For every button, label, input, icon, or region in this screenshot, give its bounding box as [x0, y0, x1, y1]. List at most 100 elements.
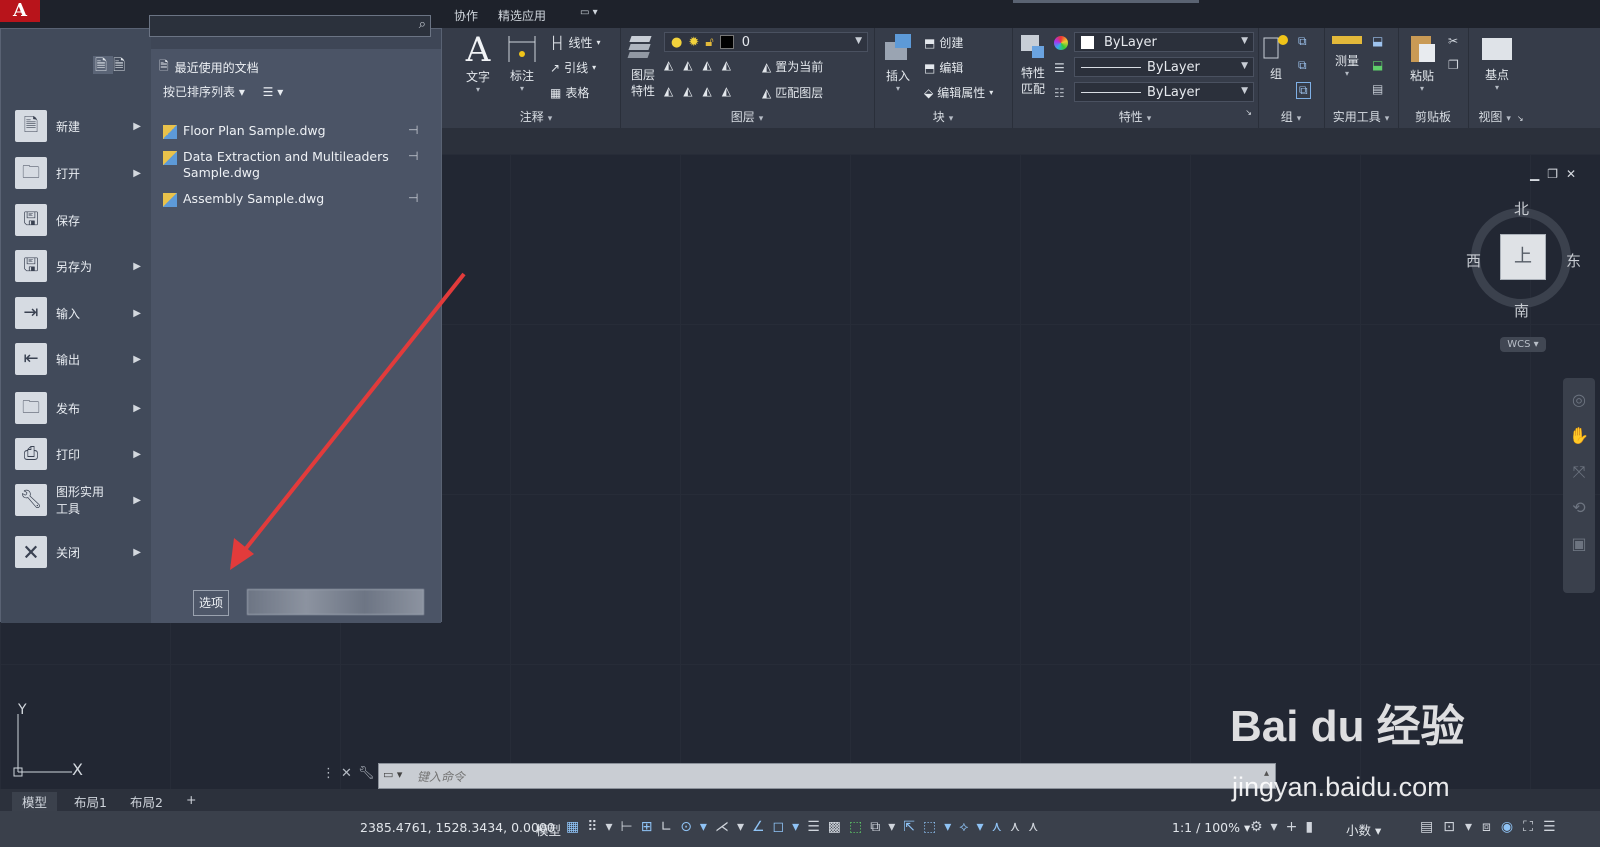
- lineweight-toggle-icon[interactable]: ☰: [807, 819, 828, 835]
- panel-view-title[interactable]: 视图 ▾ ↘: [1468, 108, 1534, 125]
- select-all-icon[interactable]: ⬓: [1372, 58, 1383, 72]
- compass-west[interactable]: 西: [1466, 250, 1481, 271]
- layer-walk-icon[interactable]: ◭: [664, 84, 673, 98]
- make-current-button[interactable]: ◭ 置为当前: [762, 58, 823, 75]
- menu-item-6[interactable]: 🗀︎ 发布 ▶: [15, 387, 141, 429]
- color-dropdown[interactable]: ByLayer ▼: [1074, 32, 1254, 52]
- ortho-icon[interactable]: ∟: [660, 819, 680, 835]
- selection-cycling-icon[interactable]: ⬚: [849, 819, 870, 835]
- panel-layers-title[interactable]: 图层 ▾: [620, 108, 874, 125]
- match-layer-button[interactable]: ◭ 匹配图层: [762, 84, 823, 101]
- color-wheel-icon[interactable]: [1054, 36, 1068, 50]
- cmd-history-icon[interactable]: ▭ ▾: [383, 768, 402, 781]
- tab-layout2[interactable]: 布局2: [130, 792, 163, 811]
- dimension-button[interactable]: 标注 ▾: [502, 34, 542, 93]
- recent-doc-item[interactable]: Floor Plan Sample.dwg ⊣: [163, 123, 423, 139]
- wcs-menu[interactable]: WCS ▾: [1500, 337, 1546, 352]
- polar-icon[interactable]: ⊙▾: [680, 819, 715, 835]
- annotation-scale-readout[interactable]: 1:1 / 100% ▾: [1172, 820, 1250, 835]
- cut-icon[interactable]: ✂: [1448, 34, 1458, 48]
- paste-button[interactable]: 粘贴 ▾: [1402, 32, 1442, 93]
- options-button[interactable]: 选项: [193, 590, 229, 616]
- group-select-icon[interactable]: ⧉: [1296, 82, 1311, 99]
- model-space-toggle[interactable]: 模型: [536, 820, 561, 839]
- compass-north[interactable]: 北: [1514, 198, 1529, 219]
- command-input[interactable]: [415, 766, 1239, 788]
- dynamic-input-icon[interactable]: ⊞: [641, 819, 661, 835]
- infer-icon[interactable]: ⊢: [621, 819, 641, 835]
- sort-dropdown[interactable]: 按已排序列表 ▾ ☰ ▾: [163, 83, 283, 100]
- panel-clipboard-title[interactable]: 剪贴板: [1398, 108, 1468, 125]
- panel-groups-title[interactable]: 组 ▾: [1258, 108, 1324, 125]
- menu-item-7[interactable]: ⎙︎ 打印 ▶: [15, 433, 141, 475]
- grid-icon[interactable]: ▦: [566, 819, 587, 835]
- menu-item-1[interactable]: 🗀︎ 打开 ▶: [15, 152, 141, 194]
- zoom-extents-icon[interactable]: ⤧: [1563, 454, 1595, 490]
- pin-icon[interactable]: ⊣: [408, 123, 418, 137]
- layer-dropdown[interactable]: ● ✹ 🔓︎ 0 ▼: [664, 32, 868, 52]
- cmd-close-icon[interactable]: ✕: [341, 766, 358, 781]
- snap-icon[interactable]: ⠿▾: [587, 819, 620, 835]
- hardware-accel-icon[interactable]: ◉: [1501, 819, 1523, 835]
- layer-lock-icon[interactable]: ◭: [722, 58, 731, 72]
- group-button[interactable]: 组: [1260, 32, 1292, 82]
- 3d-osnap-icon[interactable]: ⧉▾: [870, 819, 903, 835]
- add-layout-icon[interactable]: +: [186, 792, 196, 807]
- compass-east[interactable]: 东: [1566, 250, 1581, 271]
- application-menu-logo[interactable]: A: [0, 0, 40, 22]
- gizmo-icon[interactable]: ⟡▾: [959, 819, 991, 835]
- osnap-tracking-icon[interactable]: ∠: [752, 819, 773, 835]
- cmd-grip-icon[interactable]: ⋮: [322, 766, 341, 781]
- units-dropdown[interactable]: 小数 ▾: [1346, 820, 1381, 839]
- linear-dimension-button[interactable]: ├┤ 线性 ▾: [550, 34, 600, 51]
- tab-featured-apps[interactable]: 精选应用: [498, 7, 546, 24]
- tab-layout1[interactable]: 布局1: [74, 792, 107, 811]
- ungroup-icon[interactable]: ⧉: [1298, 34, 1307, 49]
- insert-block-button[interactable]: 插入 ▾: [878, 32, 918, 93]
- copy-icon[interactable]: ❐: [1448, 58, 1459, 72]
- quick-select-icon[interactable]: ⬓: [1372, 34, 1383, 48]
- autoscale-icon[interactable]: ⋏: [1010, 819, 1028, 835]
- recent-documents-icon[interactable]: 🗎︎: [93, 56, 114, 74]
- base-view-button[interactable]: 基点 ▾: [1476, 38, 1518, 92]
- menu-item-9[interactable]: 🗙︎ 关闭 ▶: [15, 531, 141, 573]
- measure-button[interactable]: 测量 ▾: [1326, 36, 1368, 78]
- lock-ui-icon[interactable]: ⊡▾: [1443, 819, 1482, 835]
- calculator-icon[interactable]: ▤: [1372, 82, 1383, 96]
- clean-screen-icon[interactable]: ⛶: [1523, 819, 1543, 835]
- group-edit-icon[interactable]: ⧉: [1298, 58, 1307, 73]
- steering-wheel-icon[interactable]: ◎: [1563, 382, 1595, 418]
- search-icon[interactable]: ⌕: [419, 17, 426, 32]
- pan-hand-icon[interactable]: ✋: [1563, 418, 1595, 454]
- viewcube-face[interactable]: 上: [1500, 234, 1546, 280]
- menu-item-2[interactable]: 🖫︎ 保存: [15, 199, 141, 241]
- menu-item-5[interactable]: ⇤︎ 输出 ▶: [15, 338, 141, 380]
- layer-unlock-icon[interactable]: ◭: [722, 84, 731, 98]
- units-icon[interactable]: ▮: [1305, 819, 1321, 835]
- tab-collaborate[interactable]: 协作: [454, 7, 478, 24]
- isodraft-icon[interactable]: ⋌▾: [715, 819, 752, 835]
- menu-search-field[interactable]: ⌕: [149, 15, 431, 37]
- menu-item-3[interactable]: 🖫︎ 另存为 ▶: [15, 245, 141, 287]
- workspace-dropdown-icon[interactable]: ▭ ▾: [580, 7, 598, 18]
- osnap-icon[interactable]: ◻▾: [773, 819, 808, 835]
- menu-search-input[interactable]: [152, 17, 406, 37]
- panel-block-title[interactable]: 块 ▾: [874, 108, 1012, 125]
- quick-properties-icon[interactable]: ▤: [1420, 819, 1443, 835]
- isolate-objects-icon[interactable]: ⧈: [1482, 819, 1501, 835]
- panel-annotation-title[interactable]: 注释 ▾: [452, 108, 620, 125]
- layer-isolate-icon[interactable]: ◭: [683, 58, 692, 72]
- text-tool-button[interactable]: A 文字 ▾: [458, 32, 498, 94]
- showmotion-icon[interactable]: ▣: [1563, 526, 1595, 562]
- create-block-button[interactable]: ⬒ 创建: [924, 34, 963, 51]
- list-view-icon[interactable]: ☰ ▾: [263, 85, 284, 99]
- selection-filter-icon[interactable]: ⬚▾: [923, 819, 959, 835]
- command-line[interactable]: ▭ ▾ ▴: [378, 763, 1276, 789]
- layer-thaw-icon[interactable]: ◭: [702, 84, 711, 98]
- tab-model[interactable]: 模型: [12, 792, 58, 811]
- exit-button-blurred[interactable]: [247, 589, 424, 615]
- menu-item-0[interactable]: 🗎︎ 新建 ▶: [15, 105, 141, 147]
- layer-off-icon[interactable]: ◭: [664, 58, 673, 72]
- coordinates-readout[interactable]: 2385.4761, 1528.3434, 0.0000: [360, 820, 555, 835]
- lineweight-dropdown[interactable]: ByLayer ▼: [1074, 82, 1254, 102]
